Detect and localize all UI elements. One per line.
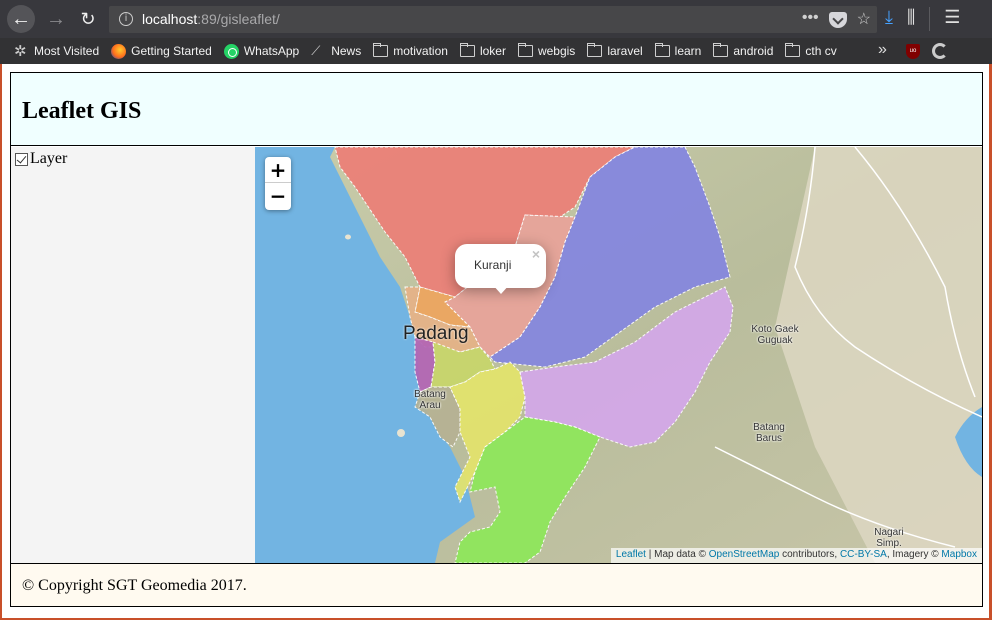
reload-button[interactable]: ↻ — [74, 5, 102, 33]
close-icon[interactable]: × — [532, 246, 540, 262]
toolbar-separator — [929, 7, 931, 31]
window-frame-left — [0, 64, 2, 620]
library-icon[interactable]: ⫼ — [907, 7, 915, 31]
firefox-icon — [111, 43, 127, 59]
bookmarks-overflow-chevron-icon[interactable]: » — [878, 41, 887, 59]
zoom-in-button[interactable]: + — [265, 157, 291, 183]
pocket-icon[interactable] — [828, 12, 847, 28]
forward-button[interactable]: → — [42, 5, 70, 33]
folder-icon — [654, 43, 670, 57]
extension-icon[interactable] — [932, 43, 948, 59]
bookmark-star-icon[interactable]: ☆ — [857, 9, 871, 29]
navigation-bar: ← → ↻ i localhost:89/gisleaflet/ ••• ☆ ⤓… — [0, 0, 992, 38]
rss-icon: ⟋ — [311, 43, 321, 58]
folder-icon — [373, 43, 389, 57]
layer-toggle[interactable]: Layer — [15, 150, 67, 168]
place-label: Batang Arau — [414, 389, 446, 411]
popup-tip — [492, 284, 510, 294]
url-actions: ••• ☆ — [802, 9, 871, 29]
address-bar[interactable]: i localhost:89/gisleaflet/ ••• ☆ — [109, 6, 877, 33]
bookmark-folder-learn[interactable]: learn — [654, 43, 701, 58]
arrow-left-icon: ← — [11, 8, 31, 30]
zoom-out-button[interactable]: − — [265, 183, 291, 209]
bookmark-news[interactable]: ⟋ News — [311, 43, 361, 59]
bookmarks-toolbar: ✲ Most Visited Getting Started WhatsApp ⟋… — [0, 38, 992, 64]
back-button[interactable]: ← — [7, 5, 35, 33]
bookmark-getting-started[interactable]: Getting Started — [111, 43, 212, 59]
folder-icon — [459, 43, 475, 57]
layer-label: Layer — [30, 150, 68, 167]
map-popup: Kuranji × — [455, 244, 546, 294]
place-label: Koto Gaek Guguak — [751, 324, 799, 346]
arrow-right-icon: → — [46, 8, 66, 30]
folder-icon — [713, 43, 729, 57]
bookmark-folder-laravel[interactable]: laravel — [587, 43, 643, 58]
place-label: Nagari Simp. — [874, 527, 904, 549]
place-label: Batang Barus — [753, 422, 785, 444]
bookmark-whatsapp[interactable]: WhatsApp — [223, 43, 299, 59]
map-attribution: Leaflet | Map data © OpenStreetMap contr… — [610, 548, 982, 563]
download-icon[interactable]: ⤓ — [885, 7, 893, 31]
mapbox-link[interactable]: Mapbox — [941, 549, 977, 560]
folder-icon — [587, 43, 603, 57]
layer-checkbox[interactable] — [15, 152, 28, 166]
bookmark-folder-motivation[interactable]: motivation — [373, 43, 448, 58]
page-title: Leaflet GIS — [22, 98, 142, 124]
page-container: Leaflet GIS Layer Padang Koto Gaek Gugua… — [10, 72, 983, 607]
license-link[interactable]: CC-BY-SA — [840, 549, 887, 560]
url-text[interactable]: localhost:89/gisleaflet/ — [142, 11, 280, 27]
menu-icon[interactable]: ☰ — [944, 7, 960, 31]
bookmark-folder-android[interactable]: android — [713, 43, 773, 58]
bookmark-most-visited[interactable]: ✲ Most Visited — [14, 42, 99, 60]
copyright-text: © Copyright SGT Geomedia 2017. — [22, 577, 247, 594]
bookmark-folder-loker[interactable]: loker — [459, 43, 506, 58]
info-icon[interactable]: i — [119, 12, 133, 26]
reload-icon: ↻ — [80, 9, 96, 29]
page-footer: © Copyright SGT Geomedia 2017. — [11, 563, 982, 606]
map-view[interactable]: Padang Koto Gaek Guguak Batang Barus Bat… — [255, 147, 982, 563]
folder-icon — [785, 43, 801, 57]
city-label-padang: Padang — [403, 323, 469, 344]
whatsapp-icon — [223, 43, 239, 59]
zoom-control: + − — [265, 157, 291, 210]
ublock-icon[interactable]: uo — [906, 44, 920, 59]
bookmark-folder-cth-cv[interactable]: cth cv — [785, 43, 837, 58]
page-header: Leaflet GIS — [11, 73, 982, 146]
layer-sidebar: Layer — [11, 147, 255, 563]
toolbar-right: ⤓ ⫼ ☰ — [885, 7, 960, 31]
popup-content: Kuranji — [474, 258, 512, 272]
bookmark-folder-webgis[interactable]: webgis — [517, 43, 575, 58]
folder-icon — [517, 43, 533, 57]
islet — [397, 429, 405, 437]
map-canvas — [255, 147, 982, 563]
leaflet-link[interactable]: Leaflet — [616, 549, 646, 560]
gear-icon: ✲ — [14, 42, 27, 60]
browser-chrome: ← → ↻ i localhost:89/gisleaflet/ ••• ☆ ⤓… — [0, 0, 992, 64]
osm-link[interactable]: OpenStreetMap — [709, 549, 780, 560]
page-actions-icon[interactable]: ••• — [802, 9, 819, 29]
islet — [345, 234, 351, 240]
